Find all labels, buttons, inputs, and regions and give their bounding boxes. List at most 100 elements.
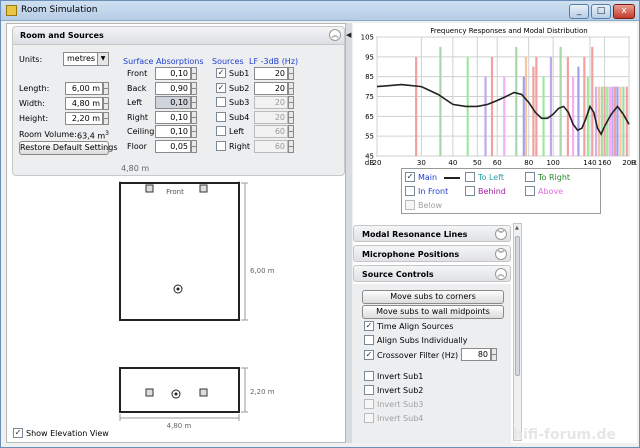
legend-checkbox[interactable]: ✓ bbox=[405, 172, 415, 182]
absorption-input[interactable]: 0,10 bbox=[155, 96, 191, 109]
lf-spinner[interactable] bbox=[288, 110, 294, 124]
legend-label: To Right bbox=[538, 173, 571, 182]
minimize-button[interactable]: _ bbox=[569, 4, 589, 19]
time-align-label: Time Align Sources bbox=[377, 322, 454, 331]
source-controls-body: Move subs to corners Move subs to wall m… bbox=[353, 284, 511, 443]
watermark: hifi-forum.de bbox=[513, 427, 616, 443]
x-tick-label: 80 bbox=[524, 159, 533, 167]
crossover-checkbox[interactable]: ✓ bbox=[364, 350, 374, 360]
maximize-button[interactable]: □ bbox=[591, 4, 611, 19]
room-volume-number: 63,4 m bbox=[77, 131, 106, 141]
lf-spinner[interactable] bbox=[288, 81, 294, 95]
lf-spinner[interactable] bbox=[288, 139, 294, 153]
surface-absorptions-header: Surface Absorptions bbox=[123, 57, 204, 66]
lf-input[interactable]: 20 bbox=[254, 110, 288, 124]
scroll-up-icon[interactable]: ▲ bbox=[515, 225, 519, 231]
align-individually-checkbox[interactable] bbox=[364, 335, 374, 345]
room-volume-unit-sup: 3 bbox=[105, 130, 109, 137]
time-align-checkbox[interactable]: ✓ bbox=[364, 321, 374, 331]
collapse-up-icon[interactable]: ︽ bbox=[495, 268, 507, 280]
elev-sub2-marker[interactable] bbox=[199, 388, 208, 397]
move-to-midpoints-button[interactable]: Move subs to wall midpoints bbox=[362, 305, 504, 319]
invert-sub1-checkbox[interactable] bbox=[364, 371, 374, 381]
length-input[interactable]: 6,00 m bbox=[65, 82, 103, 95]
sub1-marker[interactable] bbox=[145, 184, 154, 193]
height-input[interactable]: 2,20 m bbox=[65, 112, 103, 125]
absorption-input[interactable]: 0,90 bbox=[155, 81, 191, 95]
source-checkbox[interactable]: ✓ bbox=[216, 68, 226, 78]
absorption-spinner[interactable] bbox=[191, 96, 197, 109]
split-divider[interactable]: ◀ bbox=[346, 23, 352, 443]
absorption-label: Ceiling bbox=[127, 127, 155, 136]
legend-checkbox[interactable] bbox=[405, 186, 415, 196]
absorption-input[interactable]: 0,10 bbox=[155, 67, 191, 80]
absorption-input[interactable]: 0,05 bbox=[155, 139, 191, 153]
title-bar[interactable]: Room Simulation _ □ x bbox=[1, 1, 639, 21]
collapse-up-icon[interactable]: ︽ bbox=[329, 29, 341, 41]
x-axis-unit: Hz bbox=[631, 159, 637, 167]
elev-sub1-marker[interactable] bbox=[145, 388, 154, 397]
source-checkbox[interactable]: ✓ bbox=[216, 82, 226, 93]
legend-checkbox[interactable] bbox=[465, 186, 475, 196]
invert-sub2-checkbox[interactable] bbox=[364, 385, 374, 395]
legend-checkbox[interactable] bbox=[465, 172, 475, 182]
invert-sub3-checkbox[interactable] bbox=[364, 399, 374, 409]
source-checkbox[interactable] bbox=[216, 111, 226, 122]
microphone-icon[interactable] bbox=[173, 284, 183, 294]
lf-input[interactable]: 20 bbox=[254, 96, 288, 109]
lf-input[interactable]: 20 bbox=[254, 81, 288, 95]
crossover-spinner[interactable] bbox=[491, 348, 497, 361]
units-select[interactable]: metres ▼ bbox=[63, 52, 109, 66]
accordion-scrollbar[interactable]: ▲ bbox=[513, 223, 522, 441]
absorption-input[interactable]: 0,10 bbox=[155, 125, 191, 138]
absorption-input[interactable]: 0,10 bbox=[155, 110, 191, 124]
height-spinner[interactable] bbox=[103, 112, 109, 125]
restore-defaults-button[interactable]: Restore Default Settings bbox=[19, 141, 117, 155]
expand-down-icon[interactable]: ︾ bbox=[495, 248, 507, 260]
absorption-spinner[interactable] bbox=[191, 110, 197, 124]
lf-input[interactable]: 60 bbox=[254, 125, 288, 138]
sub2-marker[interactable] bbox=[199, 184, 208, 193]
app-icon bbox=[6, 5, 17, 16]
elev-bottom-dimension bbox=[119, 414, 240, 421]
absorption-spinner[interactable] bbox=[191, 67, 197, 80]
collapse-left-icon[interactable]: ◀ bbox=[346, 31, 351, 39]
source-controls-header[interactable]: Source Controls ︽ bbox=[353, 265, 511, 282]
lf-spinner[interactable] bbox=[288, 96, 294, 109]
legend-checkbox[interactable] bbox=[405, 200, 415, 210]
expand-down-icon[interactable]: ︾ bbox=[495, 228, 507, 240]
lf-input[interactable]: 20 bbox=[254, 67, 288, 80]
chart-legend: ✓ Main To Left To Right In Front Behind Above B… bbox=[401, 168, 601, 214]
source-checkbox[interactable] bbox=[216, 140, 226, 151]
invert-sub4-checkbox[interactable] bbox=[364, 413, 374, 423]
height-label: Height: bbox=[19, 114, 49, 123]
close-button[interactable]: x bbox=[613, 4, 635, 19]
source-checkbox[interactable] bbox=[216, 97, 226, 107]
elev-microphone-icon[interactable] bbox=[171, 389, 181, 399]
show-elevation-checkbox[interactable]: ✓ bbox=[13, 428, 23, 438]
modal-lines-header[interactable]: Modal Resonance Lines ︾ bbox=[353, 225, 511, 242]
legend-label: Below bbox=[418, 201, 443, 210]
length-spinner[interactable] bbox=[103, 82, 109, 95]
legend-label: Above bbox=[538, 187, 564, 196]
source-controls-title: Source Controls bbox=[362, 270, 434, 279]
absorption-spinner[interactable] bbox=[191, 125, 197, 138]
mic-positions-header[interactable]: Microphone Positions ︾ bbox=[353, 245, 511, 262]
lf-spinner[interactable] bbox=[288, 67, 294, 80]
right-pane: Frequency Responses and Modal Distributi… bbox=[353, 23, 640, 443]
scrollbar-thumb[interactable] bbox=[515, 236, 520, 376]
absorption-spinner[interactable] bbox=[191, 81, 197, 95]
source-label: Right bbox=[229, 141, 251, 151]
absorption-spinner[interactable] bbox=[191, 139, 197, 153]
legend-checkbox[interactable] bbox=[525, 186, 535, 196]
crossover-input[interactable]: 80 bbox=[461, 348, 491, 361]
width-input[interactable]: 4,80 m bbox=[65, 97, 103, 110]
room-sources-header[interactable]: Room and Sources ︽ bbox=[13, 27, 344, 45]
width-spinner[interactable] bbox=[103, 97, 109, 110]
legend-checkbox[interactable] bbox=[525, 172, 535, 182]
lf-input[interactable]: 60 bbox=[254, 139, 288, 153]
source-checkbox[interactable] bbox=[216, 126, 226, 136]
lf-spinner[interactable] bbox=[288, 125, 294, 138]
move-to-corners-button[interactable]: Move subs to corners bbox=[362, 290, 504, 304]
source-label: Sub4 bbox=[229, 112, 250, 122]
